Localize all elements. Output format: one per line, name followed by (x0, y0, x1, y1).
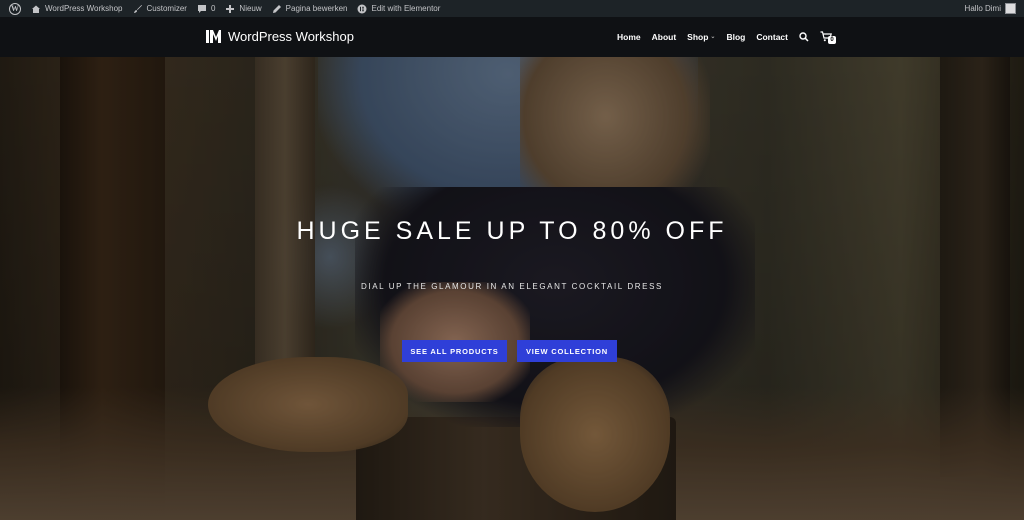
site-title: WordPress Workshop (228, 29, 354, 44)
search-icon[interactable] (799, 31, 809, 42)
cart-button[interactable]: 0 (820, 31, 836, 44)
admin-bar-wp-menu[interactable]: W (4, 0, 26, 17)
admin-bar-edit-label: Pagina bewerken (285, 4, 348, 13)
nav-item-label: Home (617, 31, 641, 42)
admin-bar-new-content[interactable]: Nieuw (220, 0, 266, 17)
comment-icon (197, 4, 206, 13)
admin-bar-comments[interactable]: 0 (192, 0, 220, 17)
admin-bar-edit-page[interactable]: Pagina bewerken (267, 0, 353, 17)
pencil-icon (272, 4, 281, 13)
admin-bar-account[interactable]: Hallo Dimi (965, 3, 1020, 14)
plus-icon (226, 4, 235, 13)
view-collection-button[interactable]: VIEW COLLECTION (517, 340, 617, 362)
brush-icon (133, 4, 142, 13)
nav-item-label: Blog (726, 31, 746, 42)
admin-bar-site-name[interactable]: WordPress Workshop (26, 0, 128, 17)
main-nav: Home About Shop ⌄ Blog Contact 0 (617, 31, 836, 44)
hero-banner: HUGE SALE UP TO 80% OFF DIAL UP THE GLAM… (0, 57, 1024, 520)
nav-item-label: Contact (756, 31, 788, 42)
nav-item-blog[interactable]: Blog (726, 32, 745, 42)
nav-item-shop[interactable]: Shop ⌄ (687, 32, 715, 42)
wordpress-logo-icon: W (9, 2, 21, 15)
nav-item-home[interactable]: Home (617, 32, 641, 42)
admin-bar-customizer[interactable]: Customizer (128, 0, 192, 17)
nav-item-label: Shop (687, 31, 709, 42)
chevron-down-icon: ⌄ (710, 34, 716, 40)
admin-bar: W WordPress Workshop Customizer 0 Nieuw … (0, 0, 1024, 17)
admin-bar-site-label: WordPress Workshop (45, 4, 123, 13)
hero-subtitle: DIAL UP THE GLAMOUR IN AN ELEGANT COCKTA… (361, 282, 663, 291)
admin-bar-customizer-label: Customizer (146, 4, 187, 13)
admin-bar-greeting: Hallo Dimi (964, 4, 1001, 13)
admin-bar-elementor-label: Edit with Elementor (371, 4, 441, 13)
avatar (1005, 3, 1016, 14)
nav-item-label: About (651, 31, 677, 42)
see-all-products-button[interactable]: SEE ALL PRODUCTS (402, 340, 507, 362)
site-brand[interactable]: WordPress Workshop (205, 28, 354, 45)
elementor-icon (357, 4, 367, 13)
site-header: WordPress Workshop Home About Shop ⌄ Blog… (0, 17, 1024, 57)
site-logo-icon (206, 30, 221, 43)
admin-bar-elementor[interactable]: Edit with Elementor (352, 0, 445, 17)
cart-count-badge: 0 (827, 36, 836, 44)
home-icon (32, 5, 40, 13)
nav-item-contact[interactable]: Contact (756, 32, 788, 42)
admin-bar-new-label: Nieuw (239, 4, 262, 13)
admin-bar-comments-count: 0 (210, 4, 216, 13)
hero-title: HUGE SALE UP TO 80% OFF (296, 217, 728, 245)
nav-item-about[interactable]: About (652, 32, 677, 42)
